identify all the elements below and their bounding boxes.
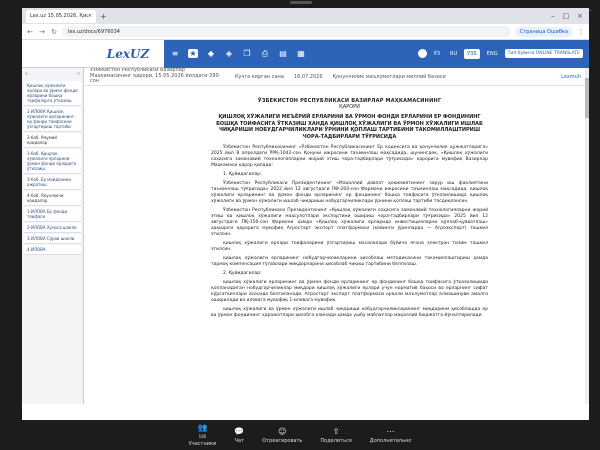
react-button[interactable]: ☺ Отреагировать <box>262 427 302 444</box>
eye-icon[interactable] <box>417 49 427 58</box>
document-text: ЎЗБЕКИСТОН РЕСПУБЛИКАСИ ВАЗИРЛАР МАҲКАМА… <box>211 92 488 322</box>
share-icon: ⇧ <box>332 426 340 436</box>
meeting-toolbar: 👥 180 Участники 💬 Чат ☺ Отреагировать ⇧ Поделить… <box>0 420 600 450</box>
participant-count: 180 <box>198 434 207 439</box>
browser-window: Lex.uz 15.05.2026, Қишлоқ... × + – □ × ←… <box>22 8 589 420</box>
meeting-button-label: Участники <box>188 441 217 447</box>
paragraph: қишлоқ хўжалиги ерларининг ва ўрмон фонд… <box>211 280 488 303</box>
screen-top-handle <box>290 1 312 4</box>
sidebar-item[interactable]: 1-ИЛОВА Қишлоқ хўжалиги ерларининг ер фо… <box>24 107 81 132</box>
minimize-icon[interactable]: – <box>551 12 555 20</box>
print-icon[interactable]: ⎙ <box>260 49 270 59</box>
search-icon[interactable]: ⌕ <box>25 71 28 77</box>
section-heading: 1. Қуйидагилар: <box>223 172 262 177</box>
sidebar-item[interactable]: 3-боб. Қишлоқ хўжалиги ерларини ўрмон фо… <box>24 149 81 174</box>
sidebar-item[interactable]: 2-боб. Умумий қоидалар <box>24 133 81 148</box>
document-toolbar: ≡ ★ ◆ ◈ ❐ ⎙ ▤ ▦ ЎЗ RU ЎЗБ ENG Тил бўйича… <box>164 39 589 68</box>
paragraph: қишлоқ хўжалиги ва ўрмон хўжалиги ишлаб … <box>211 307 488 318</box>
chat-icon: 💬 <box>234 426 245 436</box>
tag-icon[interactable]: ◈ <box>224 49 234 58</box>
participants-button[interactable]: 👥 180 Участники <box>189 423 217 447</box>
sidebar-item[interactable]: 3-боб. Ер майдонини ажратиш <box>24 175 81 190</box>
site-header: LexUZ ≡ ★ ◆ ◈ ❐ ⎙ ▤ ▦ ЎЗ RU ЎЗБ ENG Тил … <box>22 39 589 68</box>
document-headline: ҚИШЛОҚ ХЎЖАЛИГИ МЕЪЁРИЙ ЕРЛАРИНИ ВА ЎРМО… <box>216 114 483 140</box>
window-controls: – □ × <box>551 12 589 20</box>
page-content: ⌕ « Қишлоқ хўжалиги ерлари ва ўрмон фонд… <box>22 68 589 404</box>
sidebar-item[interactable]: 3-ИЛОВА Сўров шакли <box>24 234 81 244</box>
maximize-icon[interactable]: □ <box>563 12 570 20</box>
window-close-icon[interactable]: × <box>577 12 583 20</box>
meeting-button-label: Дополнительно <box>369 437 412 444</box>
reload-icon[interactable]: ↻ <box>50 28 58 36</box>
sync-button[interactable]: Страница Ошибка <box>514 26 573 37</box>
word-icon[interactable]: ▦ <box>296 49 306 58</box>
chat-button[interactable]: 💬 Чат <box>234 427 244 444</box>
sidebar-item[interactable]: 2-ИЛОВА Хулоса шакли <box>24 223 81 233</box>
url-input[interactable]: lex.uz/docs/6976034 <box>62 26 511 37</box>
meeting-button-label: Поделиться <box>320 437 352 444</box>
back-icon[interactable]: ← <box>26 28 34 36</box>
share-button[interactable]: ⇧ Поделиться <box>320 427 351 444</box>
contents-sidebar: ⌕ « Қишлоқ хўжалиги ерлари ва ўрмон фонд… <box>22 68 84 404</box>
sidebar-item[interactable]: 1-ИЛОВА Ер фонди тоифаси <box>24 207 81 222</box>
document-area: Ўзбекистон Республикаси Вазирлар Маҳкама… <box>84 68 589 404</box>
paragraph: қишлоқ хўжалиги ерларининг нобудгарчилик… <box>211 256 488 267</box>
forward-icon[interactable]: → <box>38 28 46 36</box>
scrollbar-thumb[interactable] <box>585 78 589 118</box>
paragraph: Ўзбекистон Республикаси Президентининг «… <box>211 208 488 237</box>
document-info-title: Ўзбекистон Республикаси Вазирлар Маҳкама… <box>90 68 221 85</box>
scrollbar[interactable] <box>585 68 589 404</box>
online-translate-button[interactable]: Тил бўйича ONLINE TRANSLATE <box>504 49 583 58</box>
more-icon: ⋯ <box>386 426 395 436</box>
lang-ru[interactable]: RU <box>447 49 460 59</box>
bookmark-icon[interactable]: ◆ <box>206 49 216 58</box>
collapse-icon[interactable]: « <box>77 71 80 77</box>
status-label: Кучга кирган сана <box>235 73 284 80</box>
tab-title: Lex.uz 15.05.2026, Қишлоқ... <box>30 13 88 19</box>
screen: ⋯ Lex.uz 15.05.2026, Қишлоқ... × + – □ ×… <box>0 0 600 450</box>
document-kind: ҚАРОРИ <box>339 104 360 110</box>
paragraph: қишлоқ хўжалиги ерлари тоифаларини ўзгар… <box>211 241 488 252</box>
paragraph: Ўзбекистон Республикаси Президентининг «… <box>211 181 488 204</box>
meeting-button-label: Отреагировать <box>262 437 303 444</box>
browser-tabbar: Lex.uz 15.05.2026, Қишлоқ... × + – □ × <box>22 8 589 24</box>
star-icon[interactable]: ★ <box>188 49 198 58</box>
lang-eng[interactable]: ENG <box>484 49 501 59</box>
lang-uz[interactable]: ЎЗ <box>431 49 443 59</box>
copy-icon[interactable]: ❐ <box>242 49 252 58</box>
lexuz-logo[interactable]: LexUZ <box>92 40 164 68</box>
sidebar-item[interactable]: Қишлоқ хўжалиги ерлари ва ўрмон фонди ер… <box>24 81 81 106</box>
sidebar-item[interactable]: 4-ИЛОВА <box>24 245 81 255</box>
language-switcher: ЎЗ RU ЎЗБ ENG Тил бўйича ONLINE TRANSLAT… <box>417 48 589 59</box>
source-label: Қонунчилик маълумотлари миллий базаси <box>332 73 446 80</box>
list-icon[interactable]: ≡ <box>170 49 180 58</box>
react-icon: ☺ <box>278 426 287 436</box>
menu-icon[interactable]: ⋮ <box>577 28 585 36</box>
close-icon[interactable]: × <box>88 13 92 19</box>
meeting-button-label: Чат <box>234 437 244 444</box>
sidebar-item[interactable]: 4-боб. Якунловчи қоидалар <box>24 191 81 206</box>
participants-icon: 👥 <box>197 423 208 432</box>
new-tab-icon[interactable]: + <box>100 12 107 21</box>
sidebar-list: Қишлоқ хўжалиги ерлари ва ўрмон фонди ер… <box>22 81 83 255</box>
paragraph: Ўзбекистон Республикасининг «Ўзбекистон … <box>211 145 488 168</box>
effective-date: 16.07.2026 <box>293 73 323 80</box>
address-bar-row: ← → ↻ lex.uz/docs/6976034 Страница Ошибк… <box>22 24 589 40</box>
lang-uzb[interactable]: ЎЗБ <box>464 48 480 59</box>
pdf-icon[interactable]: ▤ <box>278 49 288 58</box>
more-button[interactable]: ⋯ Дополнительно <box>370 427 411 444</box>
browser-tab[interactable]: Lex.uz 15.05.2026, Қишлоқ... × <box>26 9 96 23</box>
sidebar-header: ⌕ « <box>22 68 83 80</box>
section-heading: 2. Қуйидагилар: <box>223 271 262 276</box>
document-info-bar: Ўзбекистон Республикаси Вазирлар Маҳкама… <box>84 68 589 86</box>
